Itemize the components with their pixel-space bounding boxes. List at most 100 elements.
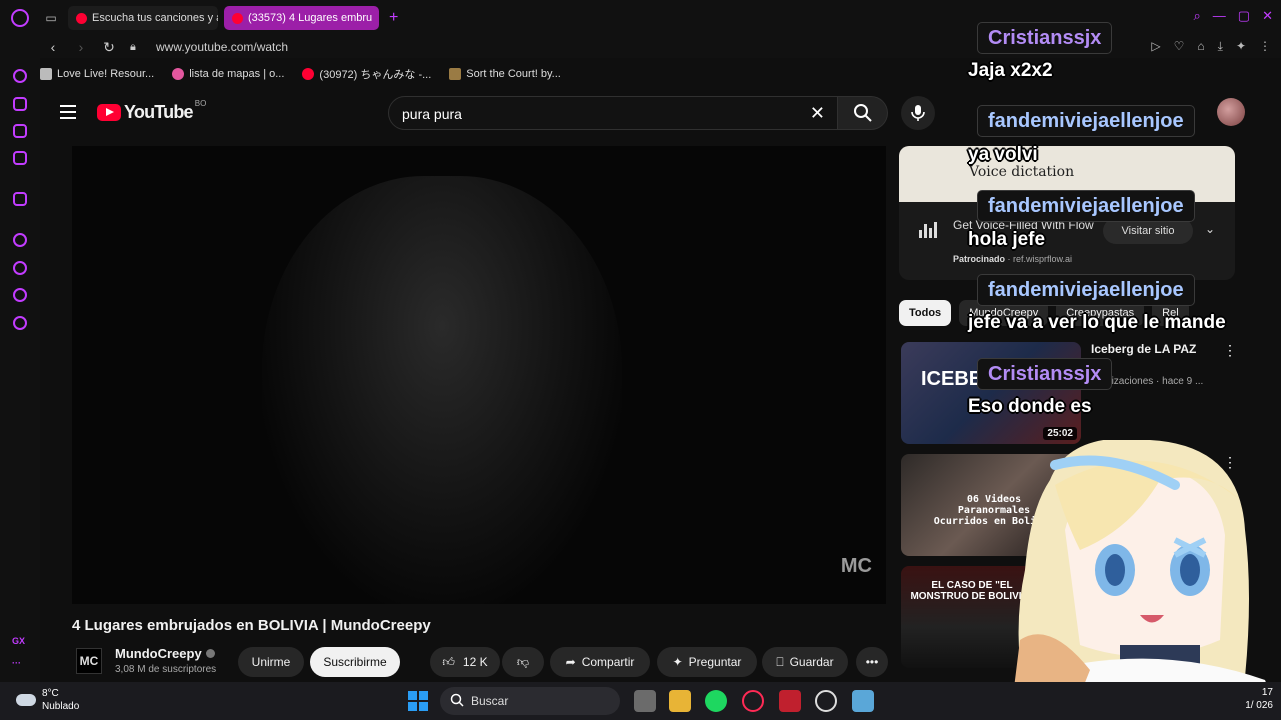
- join-button[interactable]: Unirme: [238, 647, 304, 677]
- save-button[interactable]: ⎕ Guardar: [762, 647, 848, 677]
- opera-menu-icon[interactable]: [0, 0, 40, 36]
- weather-desc: Nublado: [42, 701, 80, 712]
- clear-search-icon[interactable]: ✕: [810, 103, 825, 124]
- youtube-logo[interactable]: YouTube BO: [97, 99, 207, 123]
- dislike-button[interactable]: 👎︎: [502, 647, 544, 677]
- download-icon[interactable]: ⤓: [1218, 39, 1223, 54]
- more-icon[interactable]: ⋮: [1223, 342, 1237, 359]
- gx-control-icon[interactable]: [13, 69, 27, 83]
- spotify-icon[interactable]: [705, 690, 727, 712]
- reload-icon[interactable]: ↻: [98, 39, 120, 56]
- player-icon[interactable]: [13, 233, 27, 247]
- play-icon[interactable]: ▷: [1151, 39, 1160, 54]
- sidebar-more-icon[interactable]: ···: [12, 658, 21, 668]
- steam-icon[interactable]: [815, 690, 837, 712]
- more-icon[interactable]: ⋮: [1259, 39, 1271, 54]
- lock-icon[interactable]: 🔒︎: [130, 41, 148, 54]
- music-player-icon[interactable]: [13, 124, 27, 138]
- close-icon[interactable]: ✕: [1262, 8, 1273, 24]
- share-label: Compartir: [581, 655, 635, 669]
- chevron-down-icon[interactable]: ⌄: [1205, 222, 1215, 236]
- search-tabs-icon[interactable]: ⌕: [1194, 8, 1201, 24]
- bookmark-sort-the-court[interactable]: Sort the Court! by...: [449, 68, 561, 80]
- windows-start-icon[interactable]: [408, 691, 428, 711]
- gx-badge: GX: [12, 636, 26, 646]
- channel-avatar[interactable]: MC: [76, 648, 102, 674]
- back-icon[interactable]: ‹: [42, 39, 64, 55]
- save-label: Guardar: [789, 655, 834, 669]
- bookmark-favicon-icon: [40, 68, 52, 80]
- more-actions-button[interactable]: •••: [856, 647, 888, 677]
- video-frame: [262, 176, 622, 604]
- taskbar-search[interactable]: Buscar: [440, 687, 620, 715]
- clock-time: 17: [1261, 687, 1273, 698]
- chat-message: jefe va a ver lo que le mande: [968, 312, 1226, 333]
- settings-icon[interactable]: [13, 316, 27, 330]
- tab-label: Escucha tus canciones y a: [92, 12, 218, 24]
- extensions-icon[interactable]: [13, 288, 27, 302]
- share-icon: ➦: [565, 655, 576, 669]
- tab-active-video[interactable]: (33573) 4 Lugares embru: [224, 6, 379, 30]
- ai-icon[interactable]: ✦: [1236, 39, 1246, 54]
- file-explorer-icon[interactable]: [669, 690, 691, 712]
- snapshot-icon[interactable]: ⌂: [1197, 39, 1204, 54]
- bookmark-favicon-icon: [172, 68, 185, 80]
- waveform-icon: [919, 222, 937, 238]
- channel-name[interactable]: MundoCreepy: [115, 646, 215, 661]
- bookmark-chanmina[interactable]: (30972) ちゃんみな -...: [302, 66, 431, 82]
- bookmark-icon: ⎕: [776, 654, 784, 669]
- rec-title[interactable]: Iceberg de LA PAZ: [1091, 342, 1196, 356]
- new-tab-button[interactable]: +: [389, 9, 398, 27]
- country-code: BO: [194, 99, 207, 108]
- voice-search-button[interactable]: [901, 96, 935, 130]
- maximize-icon[interactable]: ▢: [1238, 8, 1250, 24]
- video-player[interactable]: MC: [72, 146, 886, 604]
- twitch-icon[interactable]: [13, 192, 27, 206]
- chat-message: Jaja x2x2: [968, 60, 1053, 81]
- taskbar-search-label: Buscar: [471, 694, 509, 708]
- tab-manager-icon[interactable]: ▭: [40, 7, 62, 29]
- heart-icon[interactable]: ♡: [1174, 39, 1185, 54]
- search-icon: [450, 693, 464, 707]
- search-input[interactable]: pura pura ✕: [388, 96, 838, 130]
- channel-name-text: MundoCreepy: [115, 646, 202, 661]
- clock-date: 1/ 026: [1245, 700, 1273, 711]
- bookmark-label: lista de mapas | o...: [189, 68, 285, 80]
- ask-button[interactable]: ✦ Preguntar: [657, 647, 757, 677]
- chat-username: Cristianssjx: [977, 22, 1113, 54]
- like-button[interactable]: 👍︎ 12 K: [430, 647, 500, 677]
- task-view-icon[interactable]: [634, 690, 656, 712]
- gx-corner-icon[interactable]: [13, 97, 27, 111]
- opera-sidebar: GX ···: [0, 58, 40, 682]
- share-button[interactable]: ➦ Compartir: [550, 647, 650, 677]
- tab-escucha[interactable]: Escucha tus canciones y a: [68, 6, 218, 30]
- opera-gx-icon[interactable]: [742, 690, 764, 712]
- microphone-icon: [911, 105, 925, 121]
- chip-todos[interactable]: Todos: [899, 300, 952, 326]
- channel-watermark[interactable]: MC: [841, 555, 872, 578]
- chat-username: fandemiviejaellenjoe: [977, 274, 1195, 306]
- messenger-icon[interactable]: [13, 151, 27, 165]
- subscribe-button[interactable]: Suscribirme: [310, 647, 400, 677]
- system-clock[interactable]: 17 1/ 026: [1245, 686, 1273, 712]
- search-button[interactable]: [838, 96, 888, 130]
- sparkle-icon: ✦: [672, 655, 683, 669]
- weather-widget[interactable]: 8°C Nublado: [16, 687, 79, 713]
- hamburger-menu-icon[interactable]: [60, 105, 76, 119]
- bookmark-love-live[interactable]: Love Live! Resour...: [40, 68, 154, 80]
- chat-username: Cristianssjx: [977, 358, 1113, 390]
- photos-icon[interactable]: [852, 690, 874, 712]
- ad-domain: ref.wisprflow.ai: [1013, 254, 1073, 264]
- chat-message: Eso donde es: [968, 396, 1092, 417]
- thumbs-up-icon: 👍︎: [442, 654, 455, 669]
- minimize-icon[interactable]: —: [1213, 8, 1226, 24]
- app-icon[interactable]: [779, 690, 801, 712]
- vtuber-avatar: [1010, 440, 1281, 720]
- url-field[interactable]: www.youtube.com/watch: [156, 40, 288, 54]
- weather-temp: 8°C: [42, 688, 59, 699]
- account-avatar[interactable]: [1217, 98, 1245, 126]
- bookmark-mapas[interactable]: lista de mapas | o...: [172, 68, 284, 80]
- history-icon[interactable]: [13, 261, 27, 275]
- chat-username: fandemiviejaellenjoe: [977, 105, 1195, 137]
- forward-icon[interactable]: ›: [70, 39, 92, 55]
